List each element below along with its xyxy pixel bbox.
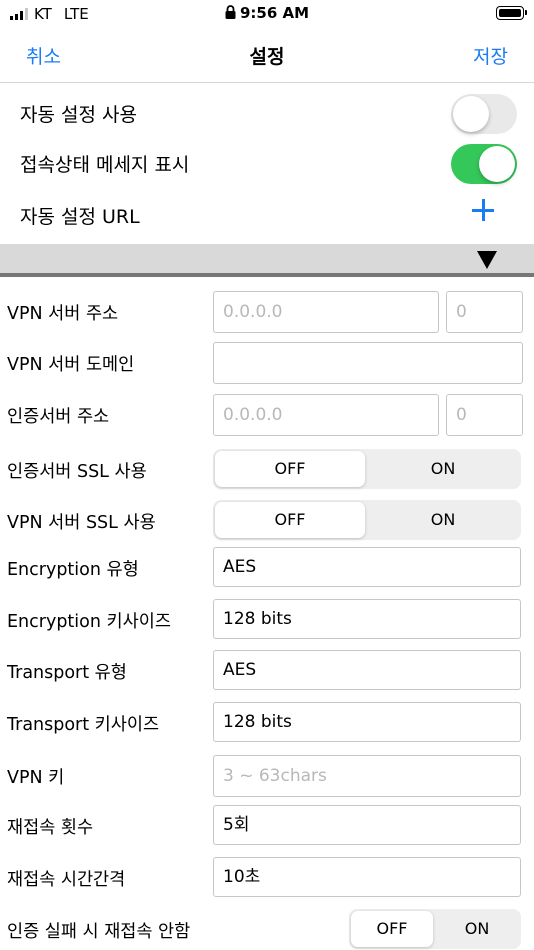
no-reconnect-segmented-control: OFF ON bbox=[349, 909, 521, 949]
auth-server-address-input[interactable]: 0.0.0.0 bbox=[213, 394, 439, 436]
transport-keysize-select[interactable]: 128 bits bbox=[213, 702, 521, 742]
vpn-server-address-label: VPN 서버 주소 bbox=[7, 304, 119, 324]
reconnect-count-select[interactable]: 5회 bbox=[213, 805, 521, 845]
clock-label: 9:56 AM bbox=[239, 4, 310, 22]
encryption-keysize-select[interactable]: 128 bits bbox=[213, 599, 521, 639]
page-title: 설정 bbox=[249, 46, 285, 68]
vpn-server-address-row: VPN 서버 주소 0.0.0.0 0 bbox=[0, 291, 534, 335]
encryption-type-row: Encryption 유형 AES bbox=[0, 547, 534, 591]
toggle-knob bbox=[453, 96, 489, 132]
show-status-row: 접속상태 메세지 표시 bbox=[0, 136, 534, 186]
collapse-bar[interactable] bbox=[0, 244, 534, 277]
transport-keysize-label: Transport 키사이즈 bbox=[7, 715, 160, 735]
save-button[interactable]: 저장 bbox=[473, 42, 508, 69]
auto-config-label: 자동 설정 사용 bbox=[20, 104, 137, 126]
vpn-ssl-off-option[interactable]: OFF bbox=[215, 502, 365, 538]
auto-config-row: 자동 설정 사용 bbox=[0, 86, 534, 136]
vpn-server-domain-row: VPN 서버 도메인 bbox=[0, 342, 534, 386]
reconnect-interval-row: 재접속 시간간격 10초 bbox=[0, 857, 534, 901]
reconnect-interval-select[interactable]: 10초 bbox=[213, 857, 521, 897]
toggle-knob bbox=[479, 146, 515, 182]
auth-server-port-input[interactable]: 0 bbox=[446, 394, 523, 436]
add-url-plus-icon[interactable] bbox=[472, 199, 494, 221]
vpn-key-input[interactable]: 3 ~ 63chars bbox=[213, 755, 521, 797]
encryption-type-label: Encryption 유형 bbox=[7, 560, 139, 580]
triangle-down-icon[interactable] bbox=[477, 251, 497, 269]
lock-icon bbox=[225, 5, 236, 19]
reconnect-count-label: 재접속 횟수 bbox=[7, 818, 94, 838]
reconnect-interval-label: 재접속 시간간격 bbox=[7, 870, 126, 890]
vpn-server-address-input[interactable]: 0.0.0.0 bbox=[213, 291, 439, 333]
auth-ssl-row: 인증서버 SSL 사용 OFF ON bbox=[0, 449, 534, 493]
transport-keysize-row: Transport 키사이즈 128 bits bbox=[0, 702, 534, 746]
vpn-key-row: VPN 키 3 ~ 63chars bbox=[0, 755, 534, 799]
vpn-ssl-segmented-control: OFF ON bbox=[213, 500, 521, 540]
reconnect-count-row: 재접속 횟수 5회 bbox=[0, 805, 534, 849]
transport-type-select[interactable]: AES bbox=[213, 650, 521, 690]
auto-config-url-label: 자동 설정 URL bbox=[20, 206, 140, 228]
auto-config-toggle[interactable] bbox=[451, 94, 517, 134]
auth-server-address-row: 인증서버 주소 0.0.0.0 0 bbox=[0, 394, 534, 438]
transport-type-label: Transport 유형 bbox=[7, 663, 127, 683]
no-reconnect-off-option[interactable]: OFF bbox=[351, 911, 433, 947]
vpn-ssl-on-option[interactable]: ON bbox=[367, 502, 519, 538]
show-status-toggle[interactable] bbox=[451, 144, 517, 184]
auth-ssl-label: 인증서버 SSL 사용 bbox=[7, 462, 147, 482]
status-bar: KT LTE 9:56 AM bbox=[0, 0, 534, 28]
vpn-ssl-label: VPN 서버 SSL 사용 bbox=[7, 513, 156, 533]
auth-ssl-segmented-control: OFF ON bbox=[213, 449, 521, 489]
status-time: 9:56 AM bbox=[0, 4, 534, 22]
no-reconnect-on-auth-fail-row: 인증 실패 시 재접속 안함 OFF ON bbox=[0, 909, 534, 950]
show-status-label: 접속상태 메세지 표시 bbox=[20, 154, 190, 176]
auth-ssl-off-option[interactable]: OFF bbox=[215, 451, 365, 487]
battery-icon bbox=[496, 6, 527, 20]
no-reconnect-on-option[interactable]: ON bbox=[435, 911, 519, 947]
vpn-key-label: VPN 키 bbox=[7, 768, 65, 788]
vpn-server-port-input[interactable]: 0 bbox=[446, 291, 523, 333]
vpn-server-domain-input[interactable] bbox=[213, 342, 523, 384]
auto-config-url-row: 자동 설정 URL bbox=[0, 188, 534, 238]
encryption-keysize-label: Encryption 키사이즈 bbox=[7, 612, 171, 632]
vpn-server-domain-label: VPN 서버 도메인 bbox=[7, 355, 135, 375]
vpn-ssl-row: VPN 서버 SSL 사용 OFF ON bbox=[0, 500, 534, 544]
cancel-button[interactable]: 취소 bbox=[26, 42, 61, 69]
encryption-keysize-row: Encryption 키사이즈 128 bits bbox=[0, 599, 534, 643]
auth-server-address-label: 인증서버 주소 bbox=[7, 407, 110, 427]
encryption-type-select[interactable]: AES bbox=[213, 547, 521, 587]
no-reconnect-on-auth-fail-label: 인증 실패 시 재접속 안함 bbox=[7, 922, 191, 942]
navigation-bar: 취소 설정 저장 bbox=[0, 28, 534, 83]
auth-ssl-on-option[interactable]: ON bbox=[367, 451, 519, 487]
transport-type-row: Transport 유형 AES bbox=[0, 650, 534, 694]
